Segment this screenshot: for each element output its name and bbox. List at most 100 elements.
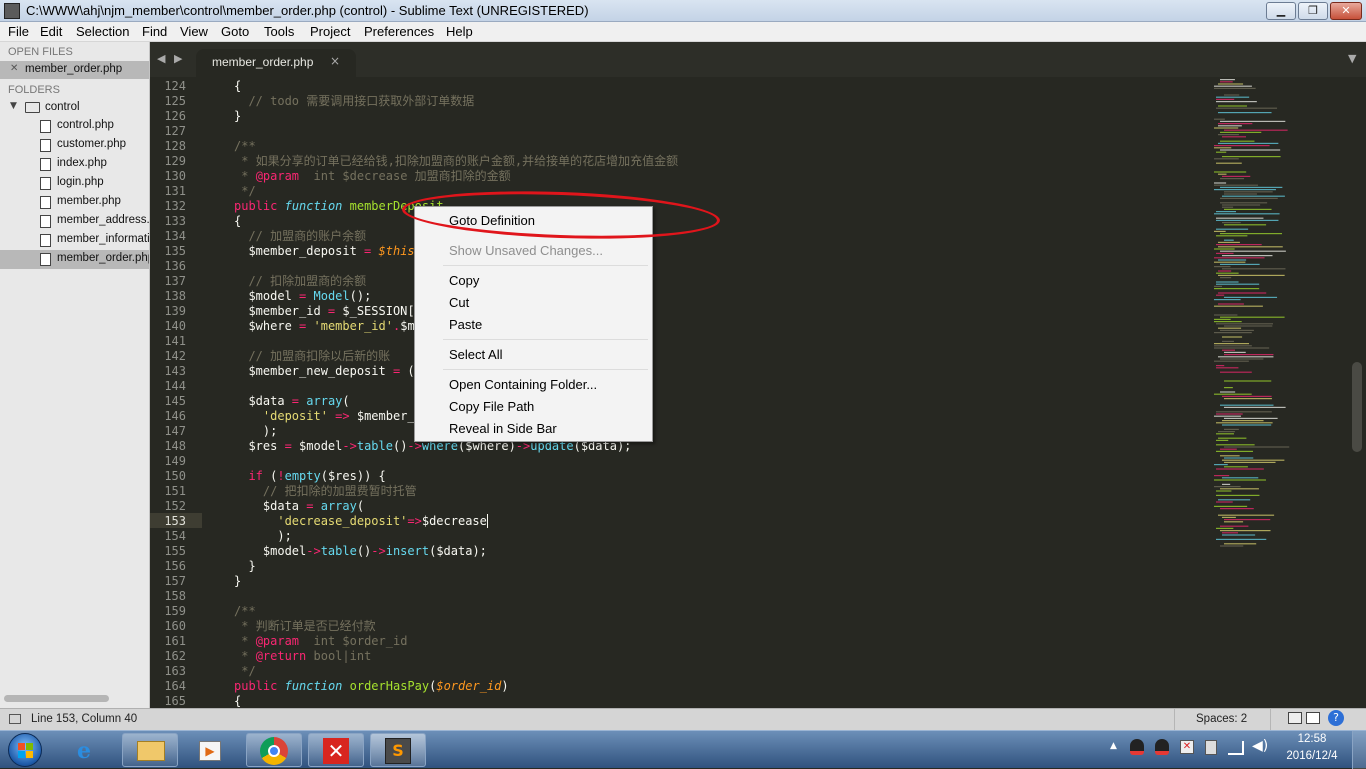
show-desktop-button[interactable]: [1352, 731, 1366, 769]
clock-time[interactable]: 12:58: [1278, 733, 1346, 745]
code-line-129: * 如果分享的订单已经给钱,扣除加盟商的账户金额,并给接单的花店增加充值金额: [234, 154, 679, 168]
minimap-line: [1222, 206, 1234, 208]
minimap-line: [1216, 444, 1255, 446]
sidebar-file-member-order[interactable]: member_order.php: [0, 250, 149, 269]
line-number: 124: [164, 79, 186, 93]
help-icon[interactable]: ?: [1328, 710, 1344, 726]
minimap-line: [1214, 415, 1241, 417]
nav-right-icon[interactable]: ▶: [174, 52, 182, 65]
minimap-line: [1216, 98, 1235, 100]
line-number: 132: [164, 199, 186, 213]
line-number: 128: [164, 139, 186, 153]
minimap-line: [1214, 257, 1265, 259]
line-number: 130: [164, 169, 186, 183]
line-number: 163: [164, 664, 186, 678]
line-number: 165: [164, 694, 186, 708]
taskbar-media-player[interactable]: ▶: [182, 733, 238, 767]
minimap[interactable]: [1210, 77, 1350, 557]
menu-preferences[interactable]: Preferences: [364, 24, 434, 39]
sidebar-file-member[interactable]: member.php: [0, 193, 149, 212]
sidebar-horizontal-scrollbar[interactable]: [4, 695, 109, 702]
taskbar-chrome[interactable]: [246, 733, 302, 767]
ctx-copy-file-path[interactable]: Copy File Path: [449, 399, 534, 414]
minimap-line: [1214, 85, 1252, 87]
taskbar-ie[interactable]: e: [62, 733, 118, 767]
sidebar-file-index[interactable]: index.php: [0, 155, 149, 174]
menu-find[interactable]: Find: [142, 24, 167, 39]
menu-file[interactable]: File: [8, 24, 29, 39]
minimap-line: [1216, 527, 1234, 529]
minimap-line: [1218, 112, 1272, 114]
sidebar-file-control[interactable]: control.php: [0, 117, 149, 136]
network-error-icon[interactable]: ✕: [1180, 740, 1194, 754]
chevron-down-icon[interactable]: ▼: [10, 101, 17, 111]
minimap-line: [1216, 252, 1234, 254]
ctx-separator: [443, 339, 648, 340]
start-button[interactable]: [8, 733, 42, 767]
close-button[interactable]: ✕: [1330, 2, 1362, 20]
maximize-button[interactable]: ❐: [1298, 2, 1328, 20]
tab-close-icon[interactable]: ×: [330, 54, 340, 68]
ctx-cut[interactable]: Cut: [449, 295, 469, 310]
minimap-line: [1222, 340, 1235, 342]
vertical-scrollbar-thumb[interactable]: [1352, 362, 1362, 452]
ctx-select-all[interactable]: Select All: [449, 347, 502, 362]
sidebar-file-login[interactable]: login.php: [0, 174, 149, 193]
sidebar-file-member-address[interactable]: member_address.php: [0, 212, 149, 231]
minimap-line: [1222, 204, 1261, 206]
close-file-icon[interactable]: ✕: [10, 63, 18, 74]
ctx-reveal-in-side-bar[interactable]: Reveal in Side Bar: [449, 421, 557, 436]
menu-selection[interactable]: Selection: [76, 24, 129, 39]
code-line-145: $data = array(: [234, 394, 350, 408]
indentation-setting[interactable]: Spaces: 2: [1196, 713, 1247, 725]
code-line-156: }: [234, 559, 256, 573]
minimap-line: [1218, 241, 1240, 243]
taskbar-explorer[interactable]: [122, 733, 178, 767]
ctx-paste[interactable]: Paste: [449, 317, 482, 332]
qq-icon[interactable]: [1155, 739, 1169, 755]
open-file-item-member-order[interactable]: ✕ member_order.php: [0, 61, 149, 79]
minimap-line: [1214, 87, 1256, 89]
minimap-line: [1216, 367, 1239, 369]
menu-view[interactable]: View: [180, 24, 208, 39]
minimap-line: [1218, 514, 1275, 516]
keyboard-icon[interactable]: [1288, 712, 1302, 724]
minimize-button[interactable]: ▁: [1266, 2, 1296, 20]
sidebar-file-member-information[interactable]: member_information.php: [0, 231, 149, 250]
window-title: C:\WWW\ahj\njm_member\control\member_ord…: [26, 3, 589, 18]
minimap-line: [1218, 173, 1227, 175]
line-number: 135: [164, 244, 186, 258]
usb-device-icon[interactable]: [1205, 740, 1217, 755]
menu-tools[interactable]: Tools: [264, 24, 294, 39]
line-number: 140: [164, 319, 186, 333]
tray-expand-icon[interactable]: ▲: [1110, 741, 1117, 751]
panel-toggle-icon[interactable]: [9, 714, 21, 724]
minimap-line: [1214, 464, 1228, 466]
signal-icon[interactable]: [1228, 741, 1244, 755]
tab-dropdown-icon[interactable]: ▼: [1348, 52, 1356, 65]
minimap-line: [1224, 543, 1257, 545]
folder-item-control[interactable]: ▼ control: [0, 99, 149, 117]
taskbar-xmind[interactable]: ✕: [308, 733, 364, 767]
menu-help[interactable]: Help: [446, 24, 473, 39]
code-line-163: */: [234, 664, 256, 678]
ctx-copy[interactable]: Copy: [449, 273, 479, 288]
minimap-line: [1214, 230, 1226, 232]
file-icon: [40, 196, 51, 209]
open-file-label: member_order.php: [25, 63, 123, 75]
menu-project[interactable]: Project: [310, 24, 350, 39]
line-number: 159: [164, 604, 186, 618]
minimap-line: [1220, 202, 1268, 204]
ime-icon[interactable]: [1306, 712, 1320, 724]
taskbar-sublime[interactable]: S: [370, 733, 426, 767]
minimap-line: [1224, 325, 1273, 327]
nav-left-icon[interactable]: ◀: [157, 52, 165, 65]
tab-member-order[interactable]: member_order.php ×: [196, 49, 356, 77]
clock-date[interactable]: 2016/12/4: [1278, 750, 1346, 762]
sidebar-file-customer[interactable]: customer.php: [0, 136, 149, 155]
qq-icon[interactable]: [1130, 739, 1144, 755]
menu-edit[interactable]: Edit: [40, 24, 62, 39]
volume-icon[interactable]: ◀): [1252, 738, 1268, 754]
menu-goto[interactable]: Goto: [221, 24, 249, 39]
ctx-open-containing-folder[interactable]: Open Containing Folder...: [449, 377, 597, 392]
